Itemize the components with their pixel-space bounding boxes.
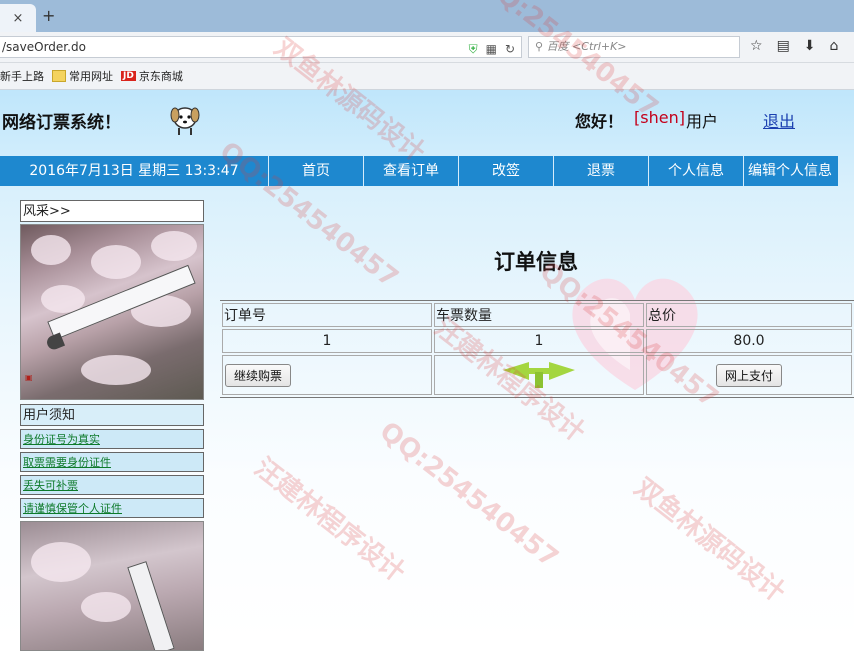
notice-header: 用户须知	[20, 404, 204, 426]
continue-buying-button[interactable]: 继续购票	[225, 363, 292, 387]
sidebar: 风采>> ▣ 用户须知 身份证号为真实 取票需要身份证件 丢失可补票 请谨慎保管…	[20, 200, 206, 651]
user-suffix: 用户	[686, 112, 719, 131]
star-icon[interactable]: ☆	[750, 38, 763, 54]
menu-view-orders[interactable]: 查看订单	[364, 156, 459, 186]
reading-list-icon[interactable]: ▤	[777, 38, 790, 54]
online-pay-button[interactable]: 网上支付	[715, 363, 782, 387]
cell-ticket-count: 1	[434, 329, 644, 353]
bookmark-label: 京东商城	[138, 70, 183, 83]
cell-order-id: 1	[222, 329, 432, 353]
dog-mascot-icon	[170, 107, 200, 135]
order-table: 订单号 车票数量 总价 1 1 80.0 继续购票 网上支付	[220, 300, 854, 398]
bookmark-jd[interactable]: JD 京东商城	[121, 68, 183, 84]
table-actions-row: 继续购票 网上支付	[222, 355, 852, 395]
bookmark-label: 新手上路	[0, 70, 44, 83]
cell-pay: 网上支付	[646, 355, 852, 395]
logout-link[interactable]: 退出	[763, 108, 795, 132]
gallery-header: 风采>>	[20, 200, 204, 222]
browser-tab[interactable]: ×	[0, 4, 36, 32]
notice-keep-id-safe[interactable]: 请谨慎保管个人证件	[20, 498, 204, 518]
shield-icon: ⛨	[468, 42, 478, 56]
bookmark-common[interactable]: 常用网址	[52, 68, 113, 84]
menu-change-ticket[interactable]: 改签	[459, 156, 554, 186]
folder-icon	[52, 70, 66, 82]
arrows-icon	[503, 362, 575, 388]
page-content: 网络订票系统！ 您好！ [shen] 用户 退出 2016年7月13日 星期三 …	[0, 90, 854, 651]
train-photo: ▣	[20, 224, 204, 400]
search-placeholder: 百度 <Ctrl+K>	[546, 40, 627, 53]
bookmark-newbie[interactable]: 新手上路	[0, 68, 44, 84]
cell-total-price: 80.0	[646, 329, 852, 353]
new-tab-icon[interactable]: +	[42, 6, 55, 25]
main-menu: 2016年7月13日 星期三 13:3:47 首页 查看订单 改签 退票 个人信…	[0, 156, 838, 186]
browser-tab-bar: × +	[0, 0, 854, 32]
jd-icon: JD	[121, 71, 136, 81]
site-header: 网络订票系统！ 您好！ [shen] 用户 退出	[0, 90, 854, 148]
col-total-price: 总价	[646, 303, 852, 327]
reload-icon[interactable]: ↻	[505, 39, 515, 59]
cell-continue: 继续购票	[222, 355, 432, 395]
cell-arrows	[434, 355, 644, 395]
browser-nav-bar: /saveOrder.do ⛨ ▦ ↻ ⚲ 百度 <Ctrl+K> ☆ ▤ ⬇ …	[0, 32, 854, 63]
home-icon[interactable]: ⌂	[830, 38, 839, 54]
table-row: 1 1 80.0	[222, 329, 852, 353]
qr-icon[interactable]: ▦	[486, 39, 497, 59]
username: [shen]	[634, 108, 685, 127]
menu-edit-profile[interactable]: 编辑个人信息	[744, 156, 836, 186]
menu-home[interactable]: 首页	[269, 156, 364, 186]
table-header-row: 订单号 车票数量 总价	[222, 303, 852, 327]
current-datetime: 2016年7月13日 星期三 13:3:47	[0, 156, 269, 186]
menu-profile[interactable]: 个人信息	[649, 156, 744, 186]
menu-refund[interactable]: 退票	[554, 156, 649, 186]
notice-real-id[interactable]: 身份证号为真实	[20, 429, 204, 449]
col-ticket-count: 车票数量	[434, 303, 644, 327]
col-order-id: 订单号	[222, 303, 432, 327]
download-icon[interactable]: ⬇	[804, 38, 816, 54]
train-photo-2	[20, 521, 204, 651]
greeting-text: 您好！	[575, 112, 624, 131]
site-title: 网络订票系统！	[2, 113, 121, 133]
notice-id-required[interactable]: 取票需要身份证件	[20, 452, 204, 472]
close-tab-icon[interactable]: ×	[13, 11, 24, 26]
address-bar[interactable]: /saveOrder.do ⛨ ▦ ↻	[0, 36, 522, 58]
search-icon: ⚲	[535, 40, 547, 53]
bookmark-label: 常用网址	[69, 70, 113, 83]
bookmarks-bar: 新手上路 常用网址 JD 京东商城	[0, 63, 854, 90]
order-title: 订单信息	[494, 250, 578, 274]
search-input[interactable]: ⚲ 百度 <Ctrl+K>	[528, 36, 740, 58]
photo-stamp-icon: ▣	[25, 373, 33, 382]
address-text: /saveOrder.do	[2, 40, 86, 54]
notice-lost-reissue[interactable]: 丢失可补票	[20, 475, 204, 495]
